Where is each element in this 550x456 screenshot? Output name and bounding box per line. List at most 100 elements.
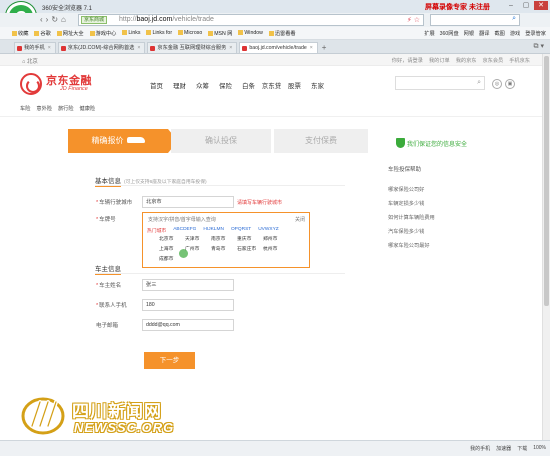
- help-link[interactable]: 哪家保险公司好: [388, 183, 435, 197]
- plate-city-picker[interactable]: 支持汉字/拼音/首字母输入查询 关闭 热门城市 ABCDEFG HIJKLMN OPQ…: [142, 212, 310, 268]
- toolbar-button[interactable]: 网银: [464, 30, 474, 37]
- owner-name-input[interactable]: 张三: [142, 279, 234, 291]
- favorite-link[interactable]: 网址大全: [57, 30, 84, 37]
- status-item[interactable]: 下载: [517, 445, 527, 452]
- browser-tab[interactable]: 我的手机 ×: [14, 42, 56, 53]
- toolbar-button[interactable]: 扩展: [424, 30, 434, 37]
- favorite-link[interactable]: 收藏: [12, 30, 28, 37]
- tab-menu-icon[interactable]: ⧉ ▾: [534, 42, 544, 51]
- main-nav-item[interactable]: 理财: [168, 80, 191, 90]
- favorite-link[interactable]: Links: [122, 30, 140, 37]
- sub-nav-item[interactable]: 意外险: [36, 105, 52, 112]
- maximize-icon[interactable]: ▢: [519, 1, 533, 10]
- mouse-cursor-icon: [179, 249, 188, 258]
- city-input[interactable]: 北京市: [142, 196, 234, 208]
- main-nav-item[interactable]: 东家: [306, 80, 329, 90]
- help-link[interactable]: 车辆定损多少钱: [388, 197, 435, 211]
- browser-search-input[interactable]: ⌕: [430, 14, 520, 26]
- toolbar-button[interactable]: 翻译: [479, 30, 489, 37]
- app-icon[interactable]: ▣: [505, 79, 515, 89]
- site-search-input[interactable]: ⌕: [395, 76, 485, 90]
- status-item[interactable]: 我的手机: [470, 445, 490, 452]
- favorite-link[interactable]: Microso: [178, 30, 202, 37]
- main-nav-item[interactable]: 众筹: [191, 80, 214, 90]
- favorite-link[interactable]: Window: [238, 30, 262, 37]
- city-option[interactable]: 广州市: [185, 246, 211, 254]
- email-input[interactable]: dddd@qq.com: [142, 319, 234, 331]
- sub-nav-item[interactable]: 车险: [20, 105, 30, 112]
- next-step-button[interactable]: 下一步: [144, 352, 195, 369]
- site-top-link[interactable]: 京东会员: [482, 57, 503, 64]
- plate-input[interactable]: 支持汉字/拼音/首字母输入查询: [148, 216, 216, 223]
- toolbar-button[interactable]: 截图: [494, 30, 504, 37]
- favorite-link[interactable]: 谷歌: [34, 30, 50, 37]
- site-top-link[interactable]: 我的订单: [429, 57, 450, 64]
- city-option[interactable]: 青岛市: [211, 246, 237, 254]
- help-link[interactable]: 汽车保险多少钱: [388, 225, 435, 239]
- url-input[interactable]: 京东商城 http://baoj.jd.com/vehicle/trade ⚡ …: [78, 14, 424, 26]
- site-top-link[interactable]: 我的京东: [456, 57, 477, 64]
- plate-close-button[interactable]: 关闭: [295, 216, 305, 223]
- site-top-link[interactable]: 手机京东: [509, 57, 530, 64]
- plate-letter-tab[interactable]: 热门城市: [147, 227, 166, 234]
- phone-input[interactable]: 180: [142, 299, 234, 311]
- plate-letter-tabs: 热门城市 ABCDEFG HIJKLMN OPQRST UVWXYZ: [147, 227, 279, 234]
- main-nav-item[interactable]: 股票: [283, 80, 306, 90]
- site-top-link[interactable]: 你好，请登录: [392, 57, 423, 64]
- city-option[interactable]: 重庆市: [237, 236, 263, 244]
- user-icon[interactable]: ◎: [492, 79, 502, 89]
- secure-badge: 京东商城: [81, 16, 108, 24]
- tab-close-icon[interactable]: ×: [137, 45, 140, 51]
- refresh-icon[interactable]: ↻: [51, 15, 58, 24]
- toolbar-button[interactable]: 360网盘: [440, 30, 459, 37]
- minimize-icon[interactable]: –: [504, 1, 518, 10]
- close-icon[interactable]: ✕: [534, 1, 548, 10]
- scrollbar-thumb[interactable]: [544, 56, 549, 306]
- jd-logo-icon: [20, 73, 42, 95]
- jd-finance-logo[interactable]: 京东金融 JD Finance: [20, 72, 100, 96]
- back-icon[interactable]: ‹: [40, 15, 43, 24]
- city-option[interactable]: 杭州市: [263, 246, 289, 254]
- status-item[interactable]: 加速器: [496, 445, 511, 452]
- main-nav-item[interactable]: 首页: [145, 80, 168, 90]
- app-title: 360安全浏览器 7.1: [42, 6, 93, 12]
- new-tab-icon[interactable]: +: [322, 42, 327, 53]
- location-link[interactable]: ⌂ 北京: [22, 57, 38, 65]
- browser-tab[interactable]: 京东(JD.COM)-综合网购首选 ×: [57, 42, 146, 53]
- sub-nav-item[interactable]: 旅行险: [58, 105, 74, 112]
- city-option[interactable]: 北京市: [159, 236, 185, 244]
- tab-close-icon[interactable]: ×: [229, 45, 232, 51]
- help-link[interactable]: 哪家车险公司最好: [388, 239, 435, 253]
- plate-letter-tab[interactable]: UVWXYZ: [258, 227, 279, 234]
- plate-letter-tab[interactable]: ABCDEFG: [173, 227, 196, 234]
- tab-close-icon[interactable]: ×: [310, 45, 313, 51]
- city-option[interactable]: 天津市: [185, 236, 211, 244]
- city-option[interactable]: 南京市: [211, 236, 237, 244]
- city-option[interactable]: 郑州市: [263, 236, 289, 244]
- city-option[interactable]: 石家庄市: [237, 246, 263, 254]
- favorite-link[interactable]: Links for: [146, 30, 172, 37]
- divider: [95, 273, 345, 274]
- search-icon[interactable]: ⌕: [512, 15, 516, 23]
- status-item[interactable]: 100%: [533, 445, 546, 452]
- help-link[interactable]: 如何计算车辆险费用: [388, 211, 435, 225]
- home-icon[interactable]: ⌂: [61, 15, 66, 24]
- tab-close-icon[interactable]: ×: [48, 45, 51, 51]
- sub-nav-item[interactable]: 健康险: [80, 105, 96, 112]
- plate-letter-tab[interactable]: HIJKLMN: [203, 227, 224, 234]
- url-action-icons[interactable]: ⚡ ☆: [407, 16, 420, 24]
- favorite-link[interactable]: 游戏中心: [90, 30, 117, 37]
- favorite-link[interactable]: MSN 网: [208, 30, 232, 37]
- browser-tab[interactable]: baoj.jd.com/vehicle/trade ×: [239, 42, 318, 53]
- plate-letter-tab[interactable]: OPQRST: [231, 227, 251, 234]
- toolbar-button[interactable]: 登录管家: [525, 30, 546, 37]
- browser-tab[interactable]: 京东金融 互联网理财综合服务 ×: [147, 42, 238, 53]
- favorite-link[interactable]: 迅雷看看: [269, 30, 296, 37]
- forward-icon[interactable]: ›: [46, 15, 49, 24]
- search-icon[interactable]: ⌕: [477, 79, 481, 87]
- page-scrollbar[interactable]: [542, 54, 550, 440]
- main-nav-item[interactable]: 白条: [237, 80, 260, 90]
- toolbar-button[interactable]: 游戏: [510, 30, 520, 37]
- main-nav-item[interactable]: 京东贷: [260, 80, 283, 90]
- main-nav-item[interactable]: 保险: [214, 80, 237, 90]
